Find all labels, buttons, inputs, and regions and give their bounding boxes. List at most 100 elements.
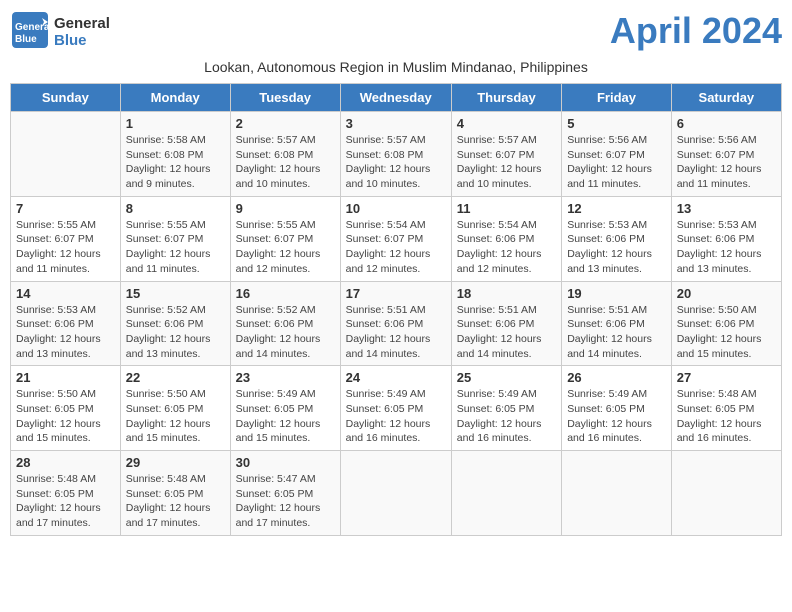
day-number: 30 [236,455,335,470]
calendar-cell: 29Sunrise: 5:48 AMSunset: 6:05 PMDayligh… [120,451,230,536]
day-info: Sunrise: 5:48 AMSunset: 6:05 PMDaylight:… [16,472,115,531]
calendar-cell: 2 Sunrise: 5:57 AMSunset: 6:08 PMDaylight… [230,112,340,197]
calendar-cell [11,112,121,197]
day-info: Sunrise: 5:53 AMSunset: 6:06 PMDaylight:… [16,303,115,362]
day-number: 27 [677,370,776,385]
day-number: 14 [16,286,115,301]
calendar-cell: 14 Sunrise: 5:53 AMSunset: 6:06 PMDayligh… [11,281,121,366]
calendar-cell: 15Sunrise: 5:52 AMSunset: 6:06 PMDayligh… [120,281,230,366]
day-number: 10 [346,201,446,216]
month-title: April 2024 [610,10,782,52]
day-info: Sunrise: 5:49 AMSunset: 6:05 PMDaylight:… [457,387,556,446]
calendar-cell: 18 Sunrise: 5:51 AMSunset: 6:06 PMDayligh… [451,281,561,366]
day-number: 29 [126,455,225,470]
logo: General Blue General Blue [10,10,110,55]
day-number: 1 [126,116,225,131]
day-number: 3 [346,116,446,131]
day-number: 28 [16,455,115,470]
calendar-cell: 10 Sunrise: 5:54 AMSunset: 6:07 PMDayligh… [340,196,451,281]
day-info: Sunrise: 5:58 AMSunset: 6:08 PMDaylight:… [126,133,225,192]
svg-text:Blue: Blue [15,34,37,45]
day-number: 19 [567,286,666,301]
calendar-cell [340,451,451,536]
calendar-cell: 8Sunrise: 5:55 AMSunset: 6:07 PMDaylight… [120,196,230,281]
day-number: 4 [457,116,556,131]
day-number: 8 [126,201,225,216]
calendar-cell: 22Sunrise: 5:50 AMSunset: 6:05 PMDayligh… [120,366,230,451]
calendar-week-row: 21 Sunrise: 5:50 AMSunset: 6:05 PMDayligh… [11,366,782,451]
day-number: 22 [126,370,225,385]
day-info: Sunrise: 5:51 AMSunset: 6:06 PMDaylight:… [457,303,556,362]
day-info: Sunrise: 5:51 AMSunset: 6:06 PMDaylight:… [346,303,446,362]
day-of-week-header: Wednesday [340,84,451,112]
calendar-cell: 21 Sunrise: 5:50 AMSunset: 6:05 PMDayligh… [11,366,121,451]
day-info: Sunrise: 5:55 AMSunset: 6:07 PMDaylight:… [16,218,115,277]
calendar-cell: 11Sunrise: 5:54 AMSunset: 6:06 PMDayligh… [451,196,561,281]
day-info: Sunrise: 5:50 AMSunset: 6:05 PMDaylight:… [16,387,115,446]
day-info: Sunrise: 5:50 AMSunset: 6:06 PMDaylight:… [677,303,776,362]
calendar-cell: 16 Sunrise: 5:52 AMSunset: 6:06 PMDayligh… [230,281,340,366]
day-number: 23 [236,370,335,385]
day-of-week-header: Thursday [451,84,561,112]
calendar-cell: 3 Sunrise: 5:57 AMSunset: 6:08 PMDaylight… [340,112,451,197]
day-info: Sunrise: 5:54 AMSunset: 6:06 PMDaylight:… [457,218,556,277]
calendar-week-row: 28 Sunrise: 5:48 AMSunset: 6:05 PMDayligh… [11,451,782,536]
calendar-week-row: 14 Sunrise: 5:53 AMSunset: 6:06 PMDayligh… [11,281,782,366]
day-info: Sunrise: 5:53 AMSunset: 6:06 PMDaylight:… [567,218,666,277]
calendar-week-row: 1 Sunrise: 5:58 AMSunset: 6:08 PMDaylight… [11,112,782,197]
calendar-cell: 20 Sunrise: 5:50 AMSunset: 6:06 PMDayligh… [671,281,781,366]
day-info: Sunrise: 5:49 AMSunset: 6:05 PMDaylight:… [236,387,335,446]
day-number: 9 [236,201,335,216]
day-of-week-header: Monday [120,84,230,112]
day-info: Sunrise: 5:57 AMSunset: 6:08 PMDaylight:… [346,133,446,192]
day-number: 2 [236,116,335,131]
day-info: Sunrise: 5:47 AMSunset: 6:05 PMDaylight:… [236,472,335,531]
calendar-cell: 4 Sunrise: 5:57 AMSunset: 6:07 PMDaylight… [451,112,561,197]
day-info: Sunrise: 5:54 AMSunset: 6:07 PMDaylight:… [346,218,446,277]
day-number: 18 [457,286,556,301]
calendar-cell: 1 Sunrise: 5:58 AMSunset: 6:08 PMDaylight… [120,112,230,197]
calendar-cell: 13Sunrise: 5:53 AMSunset: 6:06 PMDayligh… [671,196,781,281]
day-of-week-header: Tuesday [230,84,340,112]
day-number: 7 [16,201,115,216]
day-number: 21 [16,370,115,385]
logo-icon: General Blue [10,10,50,55]
day-number: 17 [346,286,446,301]
day-number: 20 [677,286,776,301]
calendar-header-row: SundayMondayTuesdayWednesdayThursdayFrid… [11,84,782,112]
calendar-week-row: 7 Sunrise: 5:55 AMSunset: 6:07 PMDaylight… [11,196,782,281]
day-number: 5 [567,116,666,131]
day-info: Sunrise: 5:56 AMSunset: 6:07 PMDaylight:… [677,133,776,192]
day-info: Sunrise: 5:52 AMSunset: 6:06 PMDaylight:… [126,303,225,362]
day-info: Sunrise: 5:48 AMSunset: 6:05 PMDaylight:… [677,387,776,446]
day-info: Sunrise: 5:53 AMSunset: 6:06 PMDaylight:… [677,218,776,277]
calendar-cell: 19 Sunrise: 5:51 AMSunset: 6:06 PMDayligh… [562,281,672,366]
day-info: Sunrise: 5:52 AMSunset: 6:06 PMDaylight:… [236,303,335,362]
logo-blue-text: Blue [54,33,110,50]
day-of-week-header: Saturday [671,84,781,112]
calendar-cell [562,451,672,536]
day-info: Sunrise: 5:57 AMSunset: 6:07 PMDaylight:… [457,133,556,192]
calendar-cell: 28 Sunrise: 5:48 AMSunset: 6:05 PMDayligh… [11,451,121,536]
calendar-cell: 27 Sunrise: 5:48 AMSunset: 6:05 PMDayligh… [671,366,781,451]
day-number: 6 [677,116,776,131]
day-of-week-header: Friday [562,84,672,112]
calendar-cell: 26 Sunrise: 5:49 AMSunset: 6:05 PMDayligh… [562,366,672,451]
calendar-cell: 9 Sunrise: 5:55 AMSunset: 6:07 PMDaylight… [230,196,340,281]
day-number: 25 [457,370,556,385]
calendar-cell: 6 Sunrise: 5:56 AMSunset: 6:07 PMDaylight… [671,112,781,197]
day-info: Sunrise: 5:56 AMSunset: 6:07 PMDaylight:… [567,133,666,192]
calendar-cell [671,451,781,536]
calendar-cell: 12Sunrise: 5:53 AMSunset: 6:06 PMDayligh… [562,196,672,281]
day-info: Sunrise: 5:49 AMSunset: 6:05 PMDaylight:… [567,387,666,446]
day-info: Sunrise: 5:51 AMSunset: 6:06 PMDaylight:… [567,303,666,362]
calendar-cell: 24Sunrise: 5:49 AMSunset: 6:05 PMDayligh… [340,366,451,451]
day-info: Sunrise: 5:57 AMSunset: 6:08 PMDaylight:… [236,133,335,192]
day-info: Sunrise: 5:55 AMSunset: 6:07 PMDaylight:… [236,218,335,277]
day-number: 16 [236,286,335,301]
day-of-week-header: Sunday [11,84,121,112]
day-number: 26 [567,370,666,385]
day-info: Sunrise: 5:49 AMSunset: 6:05 PMDaylight:… [346,387,446,446]
calendar-cell: 30 Sunrise: 5:47 AMSunset: 6:05 PMDayligh… [230,451,340,536]
calendar-cell: 23 Sunrise: 5:49 AMSunset: 6:05 PMDayligh… [230,366,340,451]
